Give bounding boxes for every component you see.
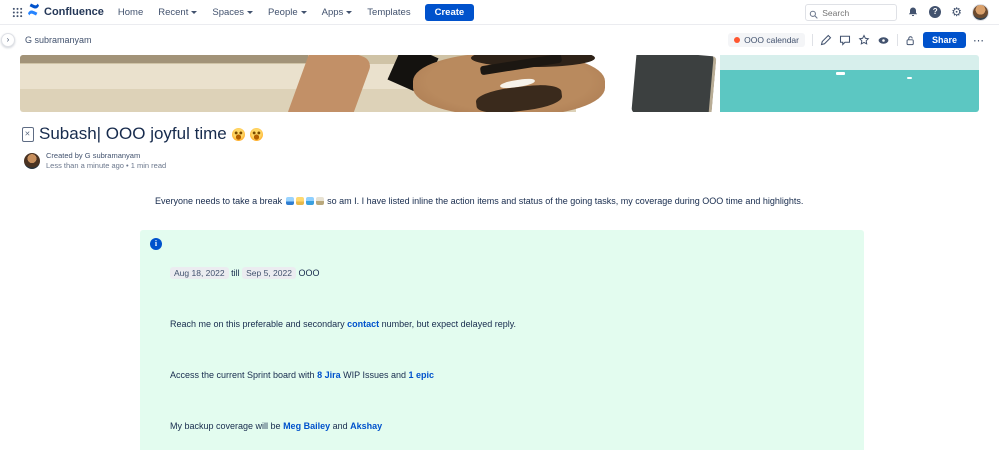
info-panel-body: Aug 18, 2022 till Sep 5, 2022 OOO Reach … (170, 238, 516, 450)
confluence-mark-icon (27, 3, 40, 21)
lock-icon[interactable] (905, 35, 916, 46)
edit-pencil-icon[interactable] (820, 34, 832, 46)
hugging-face-emoji-icon (249, 127, 263, 141)
jira-issues-link[interactable]: 8 Jira (317, 370, 341, 380)
ooo-dates-line: Aug 18, 2022 till Sep 5, 2022 OOO (170, 266, 516, 280)
beach-emoji-icon (295, 197, 304, 205)
backup-line: My backup coverage will be Meg Bailey an… (170, 421, 383, 431)
page-actions: OOO calendar Share ⋯ (728, 32, 985, 48)
nav-items: Home Recent Spaces People Apps Templates (118, 7, 411, 18)
app-switcher-icon[interactable] (12, 7, 23, 18)
page-title: Subash| OOO joyful time (22, 124, 999, 144)
byline: Created by G subramanyam Less than a min… (24, 151, 999, 170)
contact-link[interactable]: contact (347, 319, 379, 329)
intro-paragraph: Everyone needs to take a break so am I. … (155, 196, 804, 206)
search-input[interactable] (805, 4, 898, 22)
top-navigation: Confluence Home Recent Spaces People App… (0, 0, 999, 25)
divider (896, 34, 898, 46)
expand-sidebar-button[interactable]: › (1, 33, 15, 47)
swimmer-emoji-icon (305, 197, 314, 205)
surfer-emoji-icon (285, 197, 294, 205)
more-actions-icon[interactable]: ⋯ (973, 34, 985, 47)
chevron-down-icon (191, 10, 198, 14)
chevron-down-icon (300, 10, 307, 14)
nav-item-templates[interactable]: Templates (367, 7, 410, 18)
status-dot-icon (734, 37, 741, 43)
divider (811, 34, 813, 46)
create-button[interactable]: Create (424, 3, 475, 21)
date-lozenge: Sep 5, 2022 (242, 267, 296, 279)
date-lozenge: Aug 18, 2022 (170, 267, 229, 279)
nav-item-recent[interactable]: Recent (158, 7, 198, 18)
gear-icon[interactable]: ⚙ (951, 6, 962, 18)
page-content: Everyone needs to take a break so am I. … (140, 180, 864, 450)
info-panel: i Aug 18, 2022 till Sep 5, 2022 OOO Reac… (140, 230, 864, 450)
missing-emoji-icon (22, 126, 34, 142)
sprint-line: Access the current Sprint board with 8 J… (170, 370, 434, 380)
created-by-text: Created by G subramanyam (46, 151, 141, 160)
byline-meta: Less than a minute ago • 1 min read (46, 161, 167, 170)
comment-icon[interactable] (839, 34, 851, 46)
nav-item-people[interactable]: People (268, 7, 307, 18)
cover-shape (906, 76, 912, 79)
nav-item-spaces[interactable]: Spaces (212, 7, 254, 18)
confluence-logo[interactable]: Confluence (27, 3, 104, 21)
chevron-down-icon (247, 10, 254, 14)
akshay-link[interactable]: Akshay (350, 421, 382, 431)
nav-icon-group: ? ⚙ (907, 3, 989, 21)
info-circle-icon: i (150, 238, 162, 250)
umbrella-emoji-icon (315, 197, 324, 205)
confluence-page: Confluence Home Recent Spaces People App… (0, 0, 999, 450)
user-avatar[interactable] (972, 3, 989, 21)
nav-item-apps[interactable]: Apps (322, 7, 353, 18)
meg-bailey-link[interactable]: Meg Bailey (283, 421, 330, 431)
bell-icon[interactable] (907, 6, 919, 18)
share-button[interactable]: Share (922, 32, 966, 48)
cover-shape (720, 55, 979, 112)
cover-image (20, 55, 979, 112)
search-box (805, 3, 898, 24)
ooo-calendar-button[interactable]: OOO calendar (728, 33, 805, 47)
author-avatar[interactable] (24, 152, 40, 169)
help-icon[interactable]: ? (929, 6, 942, 18)
hugging-face-emoji-icon (231, 127, 245, 141)
cover-shape (835, 72, 845, 76)
page-bar: › G subramanyam OOO calendar Share ⋯ (0, 25, 999, 55)
chevron-down-icon (346, 10, 353, 14)
brand-name: Confluence (44, 6, 104, 18)
cover-shape (631, 55, 717, 112)
search-icon (809, 6, 818, 24)
cover-shape (20, 55, 308, 63)
nav-item-home[interactable]: Home (118, 7, 143, 18)
star-icon[interactable] (858, 34, 870, 46)
watch-eye-icon[interactable] (877, 34, 890, 47)
reach-line: Reach me on this preferable and secondar… (170, 319, 517, 329)
epic-link[interactable]: 1 epic (408, 370, 434, 380)
breadcrumb[interactable]: G subramanyam (25, 35, 92, 45)
